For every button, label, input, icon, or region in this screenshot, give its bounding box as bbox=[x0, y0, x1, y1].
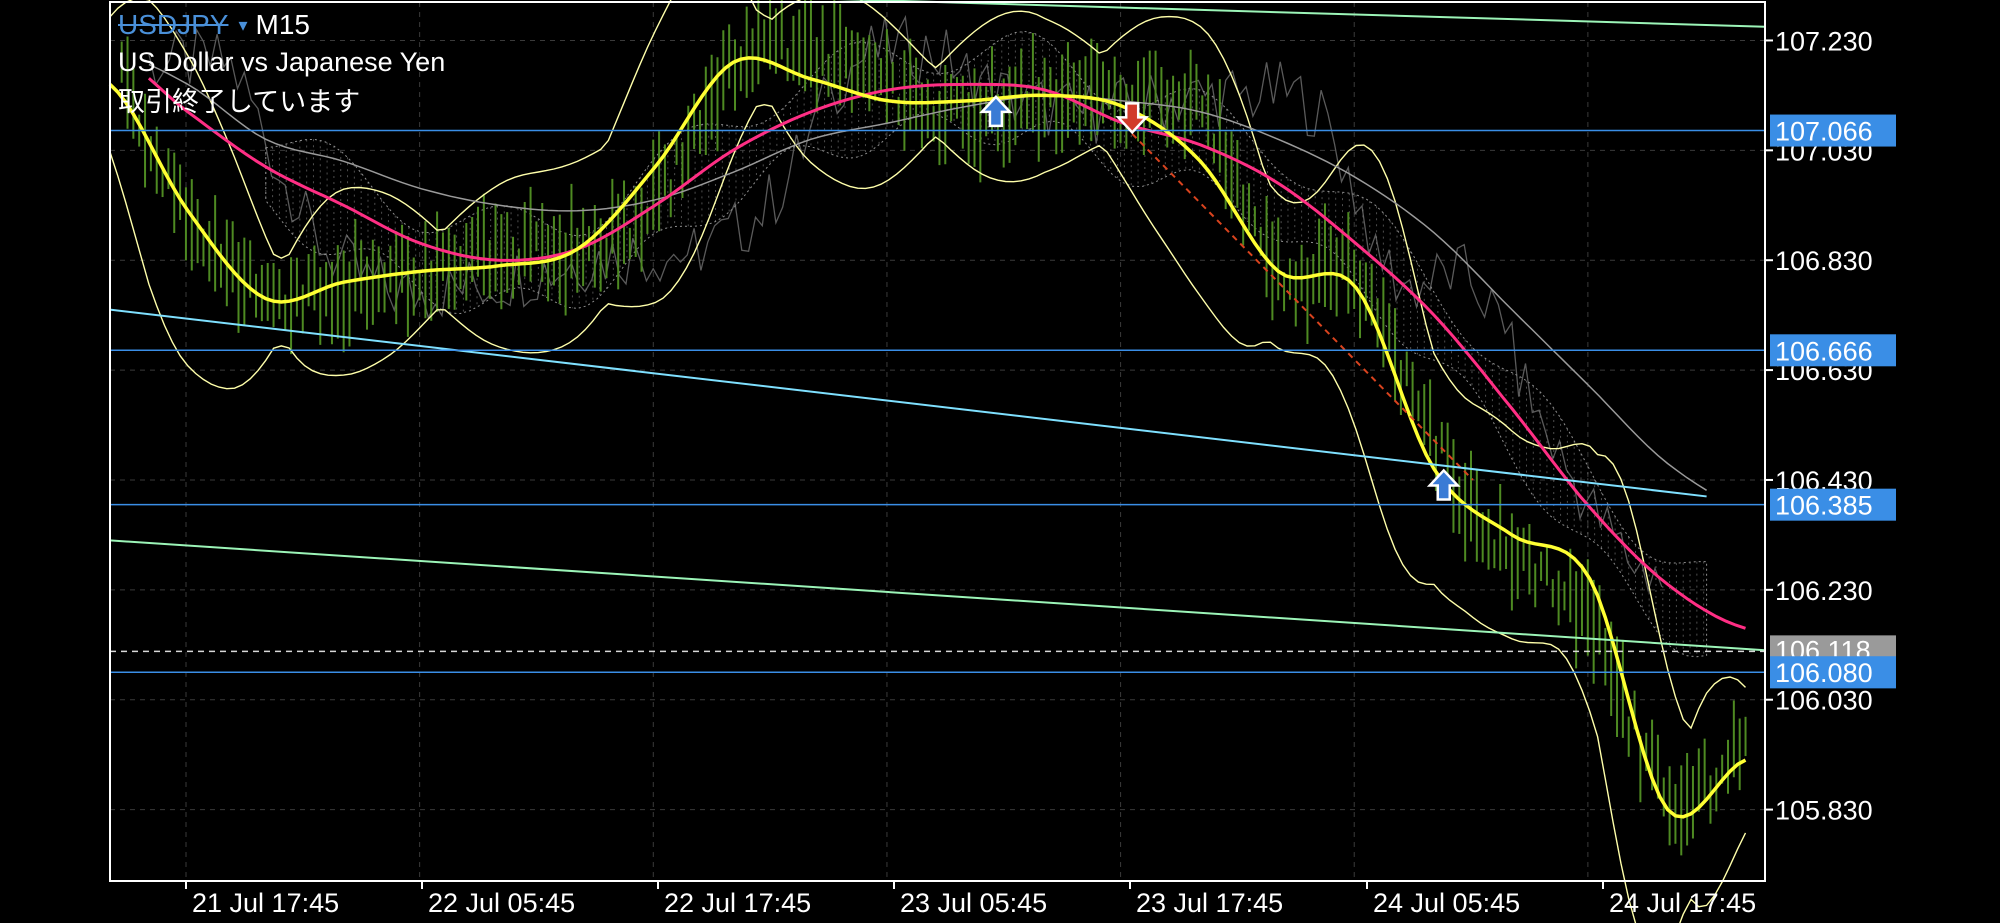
price-line-label[interactable]: 106.666 bbox=[1770, 334, 1896, 367]
channel-top-line[interactable] bbox=[753, 0, 1766, 28]
svg-text:106.666: 106.666 bbox=[1775, 336, 1873, 366]
time-axis: 21 Jul 17:45 22 Jul 05:45 22 Jul 17:45 23 J… bbox=[185, 881, 1756, 918]
price-line-label[interactable]: 106.385 bbox=[1770, 488, 1896, 521]
symbol-header: USDJPY ▾ M15 bbox=[118, 9, 310, 41]
time-tick-label: 24 Jul 05:45 bbox=[1373, 888, 1520, 918]
chart-grid bbox=[110, 2, 1765, 881]
price-chart[interactable]: 107.230107.030106.830106.630106.430106.2… bbox=[0, 0, 2000, 923]
time-tick-label: 23 Jul 05:45 bbox=[900, 888, 1047, 918]
chart-border bbox=[109, 1, 1766, 882]
svg-text:107.066: 107.066 bbox=[1775, 117, 1873, 147]
market-status: 取引終了しています bbox=[118, 87, 361, 117]
svg-text:106.385: 106.385 bbox=[1775, 491, 1873, 521]
chart-indicators bbox=[108, 0, 1747, 923]
triangle-down-icon[interactable]: ▾ bbox=[238, 15, 247, 36]
timeframe-label: M15 bbox=[255, 9, 310, 40]
price-tick-label: 106.830 bbox=[1775, 246, 1873, 276]
time-tick-label: 23 Jul 17:45 bbox=[1136, 888, 1283, 918]
ma-fast-line bbox=[108, 56, 1747, 819]
chart-frame bbox=[109, 1, 1766, 882]
price-tick-label: 106.230 bbox=[1775, 576, 1873, 606]
time-tick-label: 22 Jul 05:45 bbox=[428, 888, 575, 918]
channel-middle-line[interactable] bbox=[109, 308, 1707, 498]
symbol-selector[interactable]: USDJPY bbox=[118, 9, 228, 40]
price-line-label[interactable]: 107.066 bbox=[1770, 114, 1896, 147]
time-tick-label: 24 Jul 17:45 bbox=[1609, 888, 1756, 918]
price-line-label[interactable]: 106.080 bbox=[1770, 656, 1896, 689]
price-tick-label: 107.230 bbox=[1775, 26, 1873, 56]
price-tick-label: 105.830 bbox=[1775, 796, 1873, 826]
price-tick-label: 106.030 bbox=[1775, 686, 1873, 716]
svg-text:106.080: 106.080 bbox=[1775, 658, 1873, 688]
time-tick-label: 22 Jul 17:45 bbox=[664, 888, 811, 918]
time-tick-label: 21 Jul 17:45 bbox=[192, 888, 339, 918]
price-axis: 107.230107.030106.830106.630106.430106.2… bbox=[1765, 26, 1896, 826]
symbol-description: US Dollar vs Japanese Yen bbox=[118, 47, 446, 77]
